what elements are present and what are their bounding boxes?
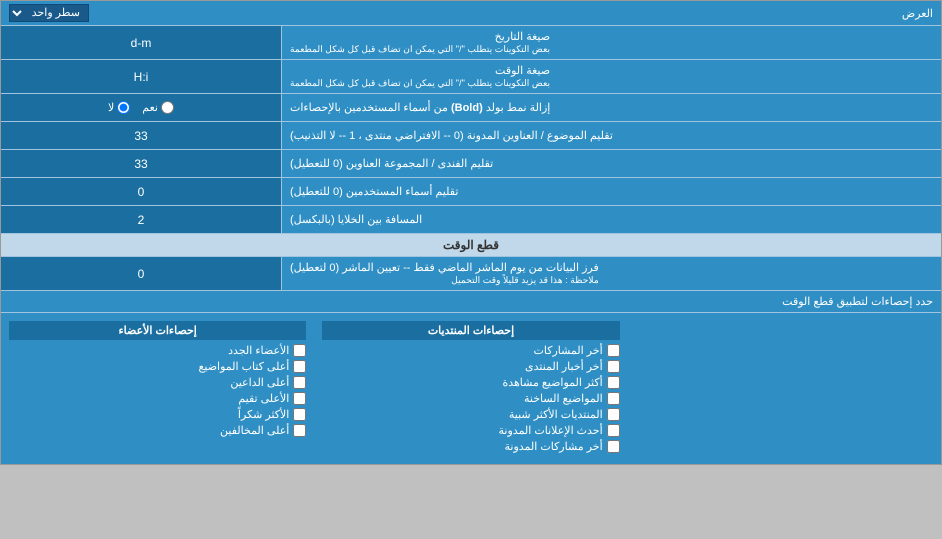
- stats-grid: إحصاءات المنتديات أخر المشاركات أخر أخبا…: [1, 313, 941, 464]
- display-select[interactable]: سطر واحد سطرين ثلاثة أسطر: [9, 4, 89, 22]
- date-format-input[interactable]: [7, 34, 275, 52]
- stats-members-col: إحصاءات الأعضاء الأعضاء الجدد أعلى كتاب …: [1, 319, 314, 458]
- topic-title-input[interactable]: [7, 127, 275, 145]
- forum-title-label: تقليم الفندى / المجموعة العناوين (0 للتع…: [281, 150, 941, 177]
- usernames-label: تقليم أسماء المستخدمين (0 للتعطيل): [281, 178, 941, 205]
- cell-spacing-input-cell: [1, 206, 281, 233]
- usernames-row: تقليم أسماء المستخدمين (0 للتعطيل): [1, 178, 941, 206]
- stats-members-item-5: الأكثر شكراً: [9, 408, 306, 421]
- stats-members-checkbox-5[interactable]: [293, 408, 306, 421]
- time-format-label: صيغة الوقتبعض التكوينات يتطلب "/" التي ي…: [281, 60, 941, 93]
- stats-members-checkbox-3[interactable]: [293, 376, 306, 389]
- stats-members-item-4: الأعلى تقيم: [9, 392, 306, 405]
- stats-posts-col: إحصاءات المنتديات أخر المشاركات أخر أخبا…: [314, 319, 627, 458]
- bold-no-label[interactable]: لا: [108, 101, 130, 114]
- stats-posts-checkbox-1[interactable]: [607, 344, 620, 357]
- display-label: العرض: [902, 7, 933, 20]
- usernames-input[interactable]: [7, 183, 275, 201]
- topic-title-input-cell: [1, 122, 281, 149]
- cell-spacing-row: المسافة بين الخلايا (بالبكسل): [1, 206, 941, 234]
- stats-empty-col: [628, 319, 941, 458]
- top-row: العرض سطر واحد سطرين ثلاثة أسطر: [1, 1, 941, 26]
- time-format-row: صيغة الوقتبعض التكوينات يتطلب "/" التي ي…: [1, 60, 941, 94]
- stats-limit-row: حدد إحصاءات لتطبيق قطع الوقت: [1, 291, 941, 313]
- stats-members-item-2: أعلى كتاب المواضيع: [9, 360, 306, 373]
- stats-posts-item-7: أخر مشاركات المدونة: [322, 440, 619, 453]
- stats-members-item-6: أعلى المخالفين: [9, 424, 306, 437]
- topic-title-label: تقليم الموضوع / العناوين المدونة (0 -- ا…: [281, 122, 941, 149]
- stats-posts-item-6: أحدث الإعلانات المدونة: [322, 424, 619, 437]
- cutoff-days-label: فرز البيانات من يوم الماشر الماضي فقط --…: [281, 257, 941, 290]
- stats-posts-item-5: المنتديات الأكثر شبية: [322, 408, 619, 421]
- stats-posts-checkbox-3[interactable]: [607, 376, 620, 389]
- stats-members-item-3: أعلى الداعين: [9, 376, 306, 389]
- date-format-input-cell: [1, 26, 281, 59]
- stats-members-item-1: الأعضاء الجدد: [9, 344, 306, 357]
- stats-posts-checkbox-2[interactable]: [607, 360, 620, 373]
- cell-spacing-input[interactable]: [7, 211, 275, 229]
- bold-remove-input-cell: نعم لا: [1, 94, 281, 121]
- stats-members-checkbox-1[interactable]: [293, 344, 306, 357]
- time-format-input-cell: [1, 60, 281, 93]
- stats-members-checkbox-4[interactable]: [293, 392, 306, 405]
- bold-remove-label: إزالة نمط بولد (Bold) من أسماء المستخدمي…: [281, 94, 941, 121]
- cutoff-days-input-cell: [1, 257, 281, 290]
- bold-yes-radio[interactable]: [161, 101, 174, 114]
- forum-title-input-cell: [1, 150, 281, 177]
- date-format-label: صيغة التاريخبعض التكوينات يتطلب "/" التي…: [281, 26, 941, 59]
- cutoff-section-header: قطع الوقت: [1, 234, 941, 257]
- usernames-input-cell: [1, 178, 281, 205]
- stats-posts-item-2: أخر أخبار المنتدى: [322, 360, 619, 373]
- stats-posts-item-1: أخر المشاركات: [322, 344, 619, 357]
- stats-members-checkbox-2[interactable]: [293, 360, 306, 373]
- forum-title-input[interactable]: [7, 155, 275, 173]
- stats-posts-checkbox-7[interactable]: [607, 440, 620, 453]
- topic-title-row: تقليم الموضوع / العناوين المدونة (0 -- ا…: [1, 122, 941, 150]
- cell-spacing-label: المسافة بين الخلايا (بالبكسل): [281, 206, 941, 233]
- stats-posts-checkbox-5[interactable]: [607, 408, 620, 421]
- stats-posts-checkbox-6[interactable]: [607, 424, 620, 437]
- cutoff-days-input[interactable]: [7, 265, 275, 283]
- stats-posts-item-4: المواضيع الساخنة: [322, 392, 619, 405]
- stats-posts-title: إحصاءات المنتديات: [322, 321, 619, 340]
- time-format-input[interactable]: [7, 68, 275, 86]
- stats-posts-item-3: أكثر المواضيع مشاهدة: [322, 376, 619, 389]
- date-format-row: صيغة التاريخبعض التكوينات يتطلب "/" التي…: [1, 26, 941, 60]
- stats-members-title: إحصاءات الأعضاء: [9, 321, 306, 340]
- forum-title-row: تقليم الفندى / المجموعة العناوين (0 للتع…: [1, 150, 941, 178]
- stats-posts-checkbox-4[interactable]: [607, 392, 620, 405]
- bold-remove-row: إزالة نمط بولد (Bold) من أسماء المستخدمي…: [1, 94, 941, 122]
- bold-radio-group: نعم لا: [108, 101, 174, 114]
- bold-no-radio[interactable]: [117, 101, 130, 114]
- stats-members-checkbox-6[interactable]: [293, 424, 306, 437]
- bold-yes-label[interactable]: نعم: [142, 101, 174, 114]
- cutoff-days-row: فرز البيانات من يوم الماشر الماضي فقط --…: [1, 257, 941, 291]
